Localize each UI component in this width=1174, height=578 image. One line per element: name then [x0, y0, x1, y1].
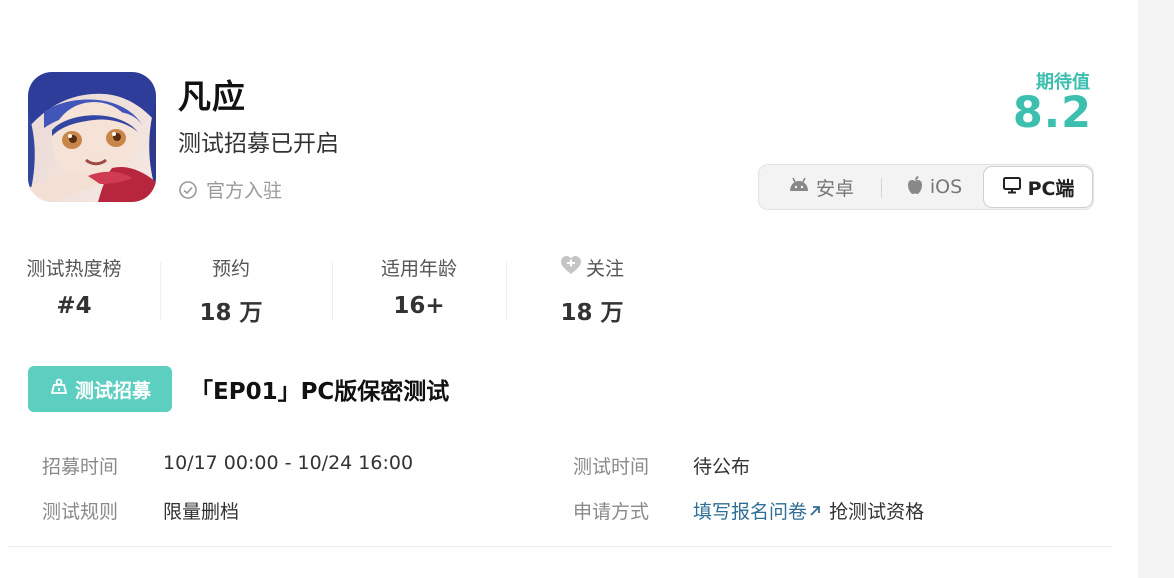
stat-divider	[160, 262, 161, 320]
stat-reservations: 预约 18 万	[170, 254, 292, 327]
apply-suffix: 抢测试资格	[829, 501, 925, 523]
test-rules-value: 限量删档	[163, 501, 240, 523]
heart-icon	[560, 255, 582, 280]
platform-divider	[881, 178, 882, 198]
app-icon-image	[28, 72, 156, 202]
android-icon	[788, 176, 810, 198]
verified-label: 官方入驻	[206, 180, 283, 202]
stat-label: 预约	[211, 258, 250, 280]
official-verified: 官方入驻	[178, 176, 282, 203]
apple-icon	[906, 175, 924, 200]
external-arrow-icon	[807, 501, 823, 523]
test-recruit-badge: 测试招募	[28, 366, 172, 412]
recruit-badge-label: 测试招募	[74, 379, 151, 402]
stat-value: 18 万	[199, 300, 263, 326]
test-time-value: 待公布	[693, 456, 751, 478]
recruit-time-label: 招募时间	[42, 456, 119, 478]
signup-link-label: 填写报名问卷	[693, 501, 808, 523]
follow-label: 关注	[585, 258, 624, 280]
test-time-label: 测试时间	[573, 456, 650, 478]
game-detail-page: 凡应 测试招募已开启 官方入驻 期待值 8.2 安卓 iOS PC端 测试热度榜…	[0, 0, 1174, 578]
stat-value: #4	[56, 293, 92, 319]
stat-label: 测试热度榜	[26, 258, 122, 280]
apply-method-value: 填写报名问卷 抢测试资格	[693, 497, 924, 524]
stat-age-rating: 适用年龄 16+	[352, 254, 486, 319]
recruit-title: 「EP01」PC版保密测试	[190, 379, 450, 405]
section-divider	[8, 546, 1112, 547]
stat-test-rank[interactable]: 测试热度榜 #4	[12, 254, 136, 319]
apply-method-label: 申请方式	[573, 501, 650, 523]
stat-follow[interactable]: 关注 18 万	[530, 254, 654, 327]
platform-label-android: 安卓	[815, 177, 854, 200]
monitor-icon	[1002, 175, 1022, 200]
stat-label: 关注	[530, 254, 654, 281]
platform-switcher: 安卓 iOS PC端	[758, 164, 1094, 210]
platform-tab-pc[interactable]: PC端	[983, 166, 1093, 208]
app-title: 凡应	[178, 77, 246, 116]
stat-divider	[506, 262, 507, 320]
recruit-time-value: 10/17 00:00 - 10/24 16:00	[163, 452, 414, 474]
check-circle-icon	[178, 180, 198, 200]
expectation-score-value: 8.2	[1012, 88, 1092, 138]
recruit-icon	[49, 377, 69, 402]
stat-value: 16+	[393, 293, 445, 319]
stat-value: 18 万	[560, 300, 624, 326]
right-gutter	[1138, 0, 1174, 578]
platform-label-ios: iOS	[929, 176, 963, 198]
test-rules-label: 测试规则	[42, 501, 119, 523]
platform-tab-ios[interactable]: iOS	[887, 165, 981, 209]
signup-questionnaire-link[interactable]: 填写报名问卷	[693, 501, 823, 523]
platform-tab-android[interactable]: 安卓	[771, 165, 871, 209]
stat-label: 适用年龄	[380, 258, 457, 280]
app-subtitle: 测试招募已开启	[178, 131, 339, 157]
stat-divider	[332, 262, 333, 320]
platform-label-pc: PC端	[1027, 177, 1075, 200]
